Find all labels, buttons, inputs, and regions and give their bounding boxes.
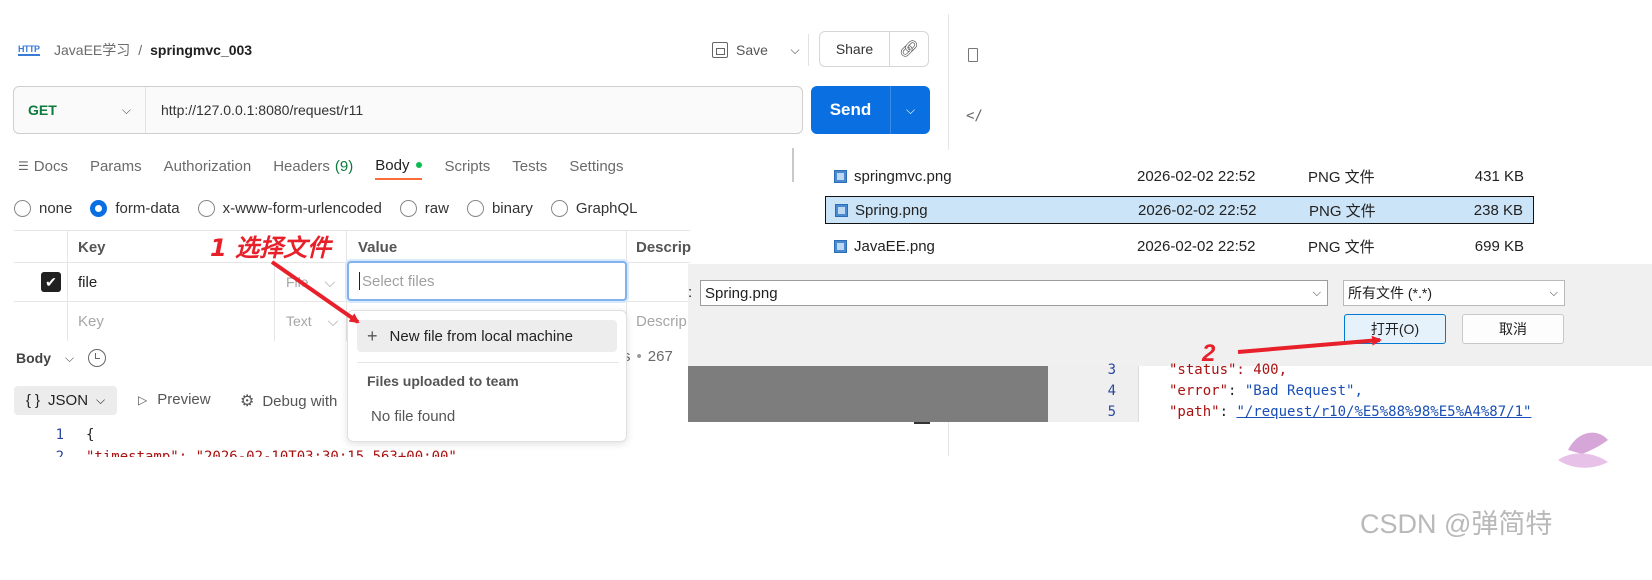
annotation-arrows [270,260,1382,354]
arrow-to-new-file [270,260,360,324]
arrow-to-open-button [1237,335,1382,354]
decorative-graphic [1558,432,1608,468]
watermark: CSDN @弹简特 [1360,509,1553,539]
